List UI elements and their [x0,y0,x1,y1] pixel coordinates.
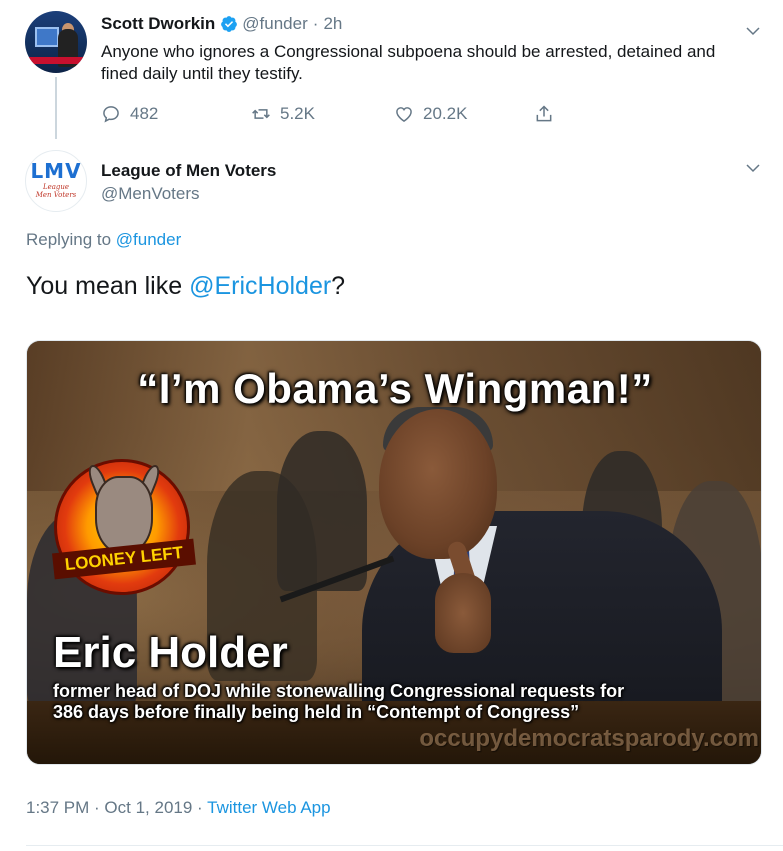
tweet-image[interactable]: “I’m Obama’s Wingman!” LOONEY LEFT Eric … [26,340,762,765]
retweet-count: 5.2K [280,104,315,123]
chevron-down-icon[interactable] [744,159,762,177]
parent-display-name[interactable]: Scott Dworkin [101,14,215,34]
share-icon [536,105,552,122]
parent-handle[interactable]: @funder [242,14,307,34]
image-headline: “I’m Obama’s Wingman!” [137,365,653,412]
retweet-button[interactable]: 5.2K [251,104,394,124]
reply-button[interactable]: 482 [101,104,251,124]
avatar-logo-subtext-2: Men Voters [35,191,77,199]
retweet-icon [252,109,270,119]
heart-icon [396,107,412,122]
separator-dot: · [312,14,319,33]
looney-left-logo: LOONEY LEFT [52,459,196,595]
divider [26,845,783,846]
tweet-timestamp-line: 1:37 PM · Oct 1, 2019 · Twitter Web App [26,798,331,818]
avatar-logo-text: LMV [30,159,82,183]
avatar-logo-subtext-1: League [42,183,70,191]
image-watermark: occupydemocratsparody.com [419,725,759,752]
parent-tweet-text: Anyone who ignores a Congressional subpo… [101,42,716,83]
thread-connector-line [55,77,57,139]
parent-time[interactable]: 2h [323,14,342,34]
scott-dworkin-avatar[interactable] [25,11,87,73]
reply-count: 482 [130,104,159,123]
image-person-name: Eric Holder [53,628,288,677]
parent-tweet-actions: 482 5.2K 20.2K [101,104,563,124]
reply-handle[interactable]: @MenVoters [101,184,200,204]
verified-badge-icon [221,16,238,32]
like-count: 20.2K [423,104,468,123]
parent-tweet-header: Scott Dworkin @funder · 2h [101,14,342,34]
share-button[interactable] [534,104,563,124]
replying-to-mention[interactable]: @funder [116,230,181,249]
tweet-source-link[interactable]: Twitter Web App [207,798,330,817]
image-caption-line-2: 386 days before finally being held in “C… [53,702,580,722]
reply-display-name[interactable]: League of Men Voters [101,161,276,181]
replying-to-label: Replying to [26,230,112,249]
reply-tweet-header: League of Men Voters [101,161,276,181]
tweet-timestamp[interactable]: 1:37 PM · Oct 1, 2019 · [26,798,203,817]
reply-text-mention[interactable]: @EricHolder [189,272,331,300]
like-button[interactable]: 20.2K [394,104,534,124]
league-of-men-voters-avatar[interactable]: LMV League Men Voters [25,150,87,212]
chevron-down-icon[interactable] [744,22,762,40]
reply-icon [103,106,119,123]
image-caption: former head of DOJ while stonewalling Co… [53,681,753,723]
reply-tweet-text: You mean like @EricHolder? [26,270,345,302]
reply-text-suffix: ? [331,272,346,300]
replying-to-line: Replying to @funder [26,230,181,250]
image-caption-line-1: former head of DOJ while stonewalling Co… [53,681,625,701]
reply-text-prefix: You mean like [26,272,183,300]
